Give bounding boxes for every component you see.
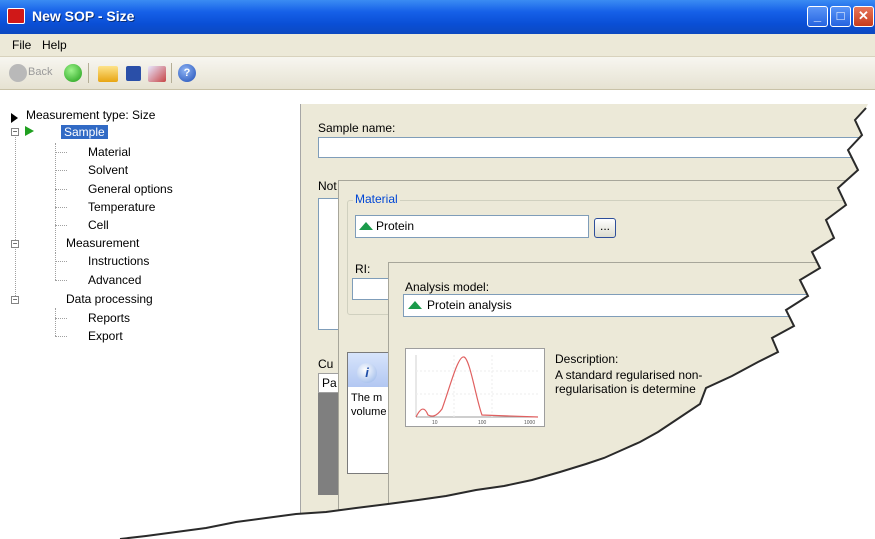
tree-item-advanced[interactable]: Advanced bbox=[88, 273, 141, 287]
maximize-button[interactable]: □ bbox=[830, 6, 851, 27]
graph-tick-10: 10 bbox=[432, 420, 438, 426]
edit-sop-icon[interactable] bbox=[148, 66, 166, 82]
tree-item-temperature[interactable]: Temperature bbox=[88, 200, 155, 214]
tree-item-instructions[interactable]: Instructions bbox=[88, 254, 149, 268]
ri-label: RI: bbox=[355, 262, 371, 276]
tree-item-general-options[interactable]: General options bbox=[88, 182, 173, 196]
app-icon[interactable] bbox=[7, 8, 25, 24]
distribution-preview-graph: 10 100 1000 bbox=[405, 348, 545, 427]
tree-connector bbox=[55, 252, 56, 280]
minimize-button[interactable]: _ bbox=[807, 6, 828, 27]
open-folder-icon[interactable] bbox=[98, 66, 118, 82]
protein-material-icon bbox=[359, 222, 373, 230]
tree-root-label: Measurement type: Size bbox=[26, 108, 156, 122]
tree-connector bbox=[55, 280, 67, 281]
analysis-model-value: Protein analysis bbox=[427, 298, 512, 312]
tree-connector bbox=[15, 135, 16, 300]
description-line2: regularisation is determine bbox=[555, 382, 696, 396]
graph-tick-100: 100 bbox=[478, 420, 487, 426]
save-disk-icon[interactable] bbox=[126, 66, 141, 81]
tree-connector bbox=[55, 308, 56, 336]
tree-item-export[interactable]: Export bbox=[88, 329, 123, 343]
current-settings-label: Cu bbox=[318, 357, 334, 371]
help-icon[interactable]: ? bbox=[178, 64, 196, 82]
tree-connector bbox=[55, 170, 67, 171]
tooltip-text-line1: The m bbox=[351, 392, 383, 404]
tree-item-reports[interactable]: Reports bbox=[88, 311, 130, 325]
toolbar-separator bbox=[171, 63, 172, 83]
analysis-model-label: Analysis model: bbox=[405, 280, 490, 294]
toolbar-separator bbox=[88, 63, 89, 83]
tree-connector bbox=[55, 207, 67, 208]
protein-model-icon bbox=[408, 301, 422, 309]
tree-connector bbox=[55, 225, 67, 226]
forward-arrow-icon[interactable] bbox=[64, 64, 82, 82]
tree-item-sample[interactable]: Sample bbox=[61, 125, 108, 139]
tree-connector bbox=[55, 261, 67, 262]
sample-collapse-icon[interactable]: − bbox=[11, 128, 19, 136]
window-title: New SOP - Size bbox=[32, 8, 135, 24]
tree-item-measurement[interactable]: Measurement bbox=[66, 236, 139, 250]
grid-column-header: Pa bbox=[322, 376, 337, 390]
sample-name-input[interactable] bbox=[318, 137, 875, 158]
info-icon: i bbox=[357, 363, 377, 383]
graph-tick-1000: 1000 bbox=[524, 420, 535, 426]
description-line1: A standard regularised non- bbox=[555, 368, 703, 382]
tree-item-solvent[interactable]: Solvent bbox=[88, 163, 128, 177]
material-group-label: Material bbox=[353, 192, 400, 206]
navigation-tree bbox=[5, 104, 301, 539]
measurement-collapse-icon[interactable]: − bbox=[11, 240, 19, 248]
current-node-arrow-icon bbox=[25, 126, 34, 136]
notes-label: Not bbox=[318, 179, 337, 193]
description-label: Description: bbox=[555, 352, 619, 366]
sample-name-label: Sample name: bbox=[318, 121, 396, 135]
menu-bar bbox=[0, 34, 875, 57]
menu-file[interactable]: File bbox=[12, 38, 31, 52]
data-processing-collapse-icon[interactable]: − bbox=[11, 296, 19, 304]
tree-root-arrow-icon bbox=[11, 113, 18, 123]
material-value: Protein bbox=[376, 219, 415, 233]
back-button-label[interactable]: Back bbox=[28, 66, 52, 78]
back-arrow-icon[interactable] bbox=[9, 64, 27, 82]
tree-connector bbox=[55, 143, 56, 251]
tree-connector bbox=[55, 189, 67, 190]
ri-input[interactable] bbox=[352, 278, 392, 300]
distribution-curve-svg: 10 100 1000 bbox=[415, 355, 539, 426]
tree-item-material[interactable]: Material bbox=[88, 145, 131, 159]
tree-connector bbox=[55, 318, 67, 319]
tooltip-text-line2: volume bbox=[351, 406, 387, 418]
tree-connector bbox=[55, 152, 67, 153]
menu-help[interactable]: Help bbox=[42, 38, 67, 52]
tree-connector bbox=[55, 336, 67, 337]
browse-material-button[interactable]: ... bbox=[594, 218, 616, 238]
distribution-curve bbox=[415, 356, 539, 418]
tree-item-cell[interactable]: Cell bbox=[88, 218, 109, 232]
close-button[interactable]: ✕ bbox=[853, 6, 874, 27]
tree-item-data-processing[interactable]: Data processing bbox=[66, 292, 153, 306]
